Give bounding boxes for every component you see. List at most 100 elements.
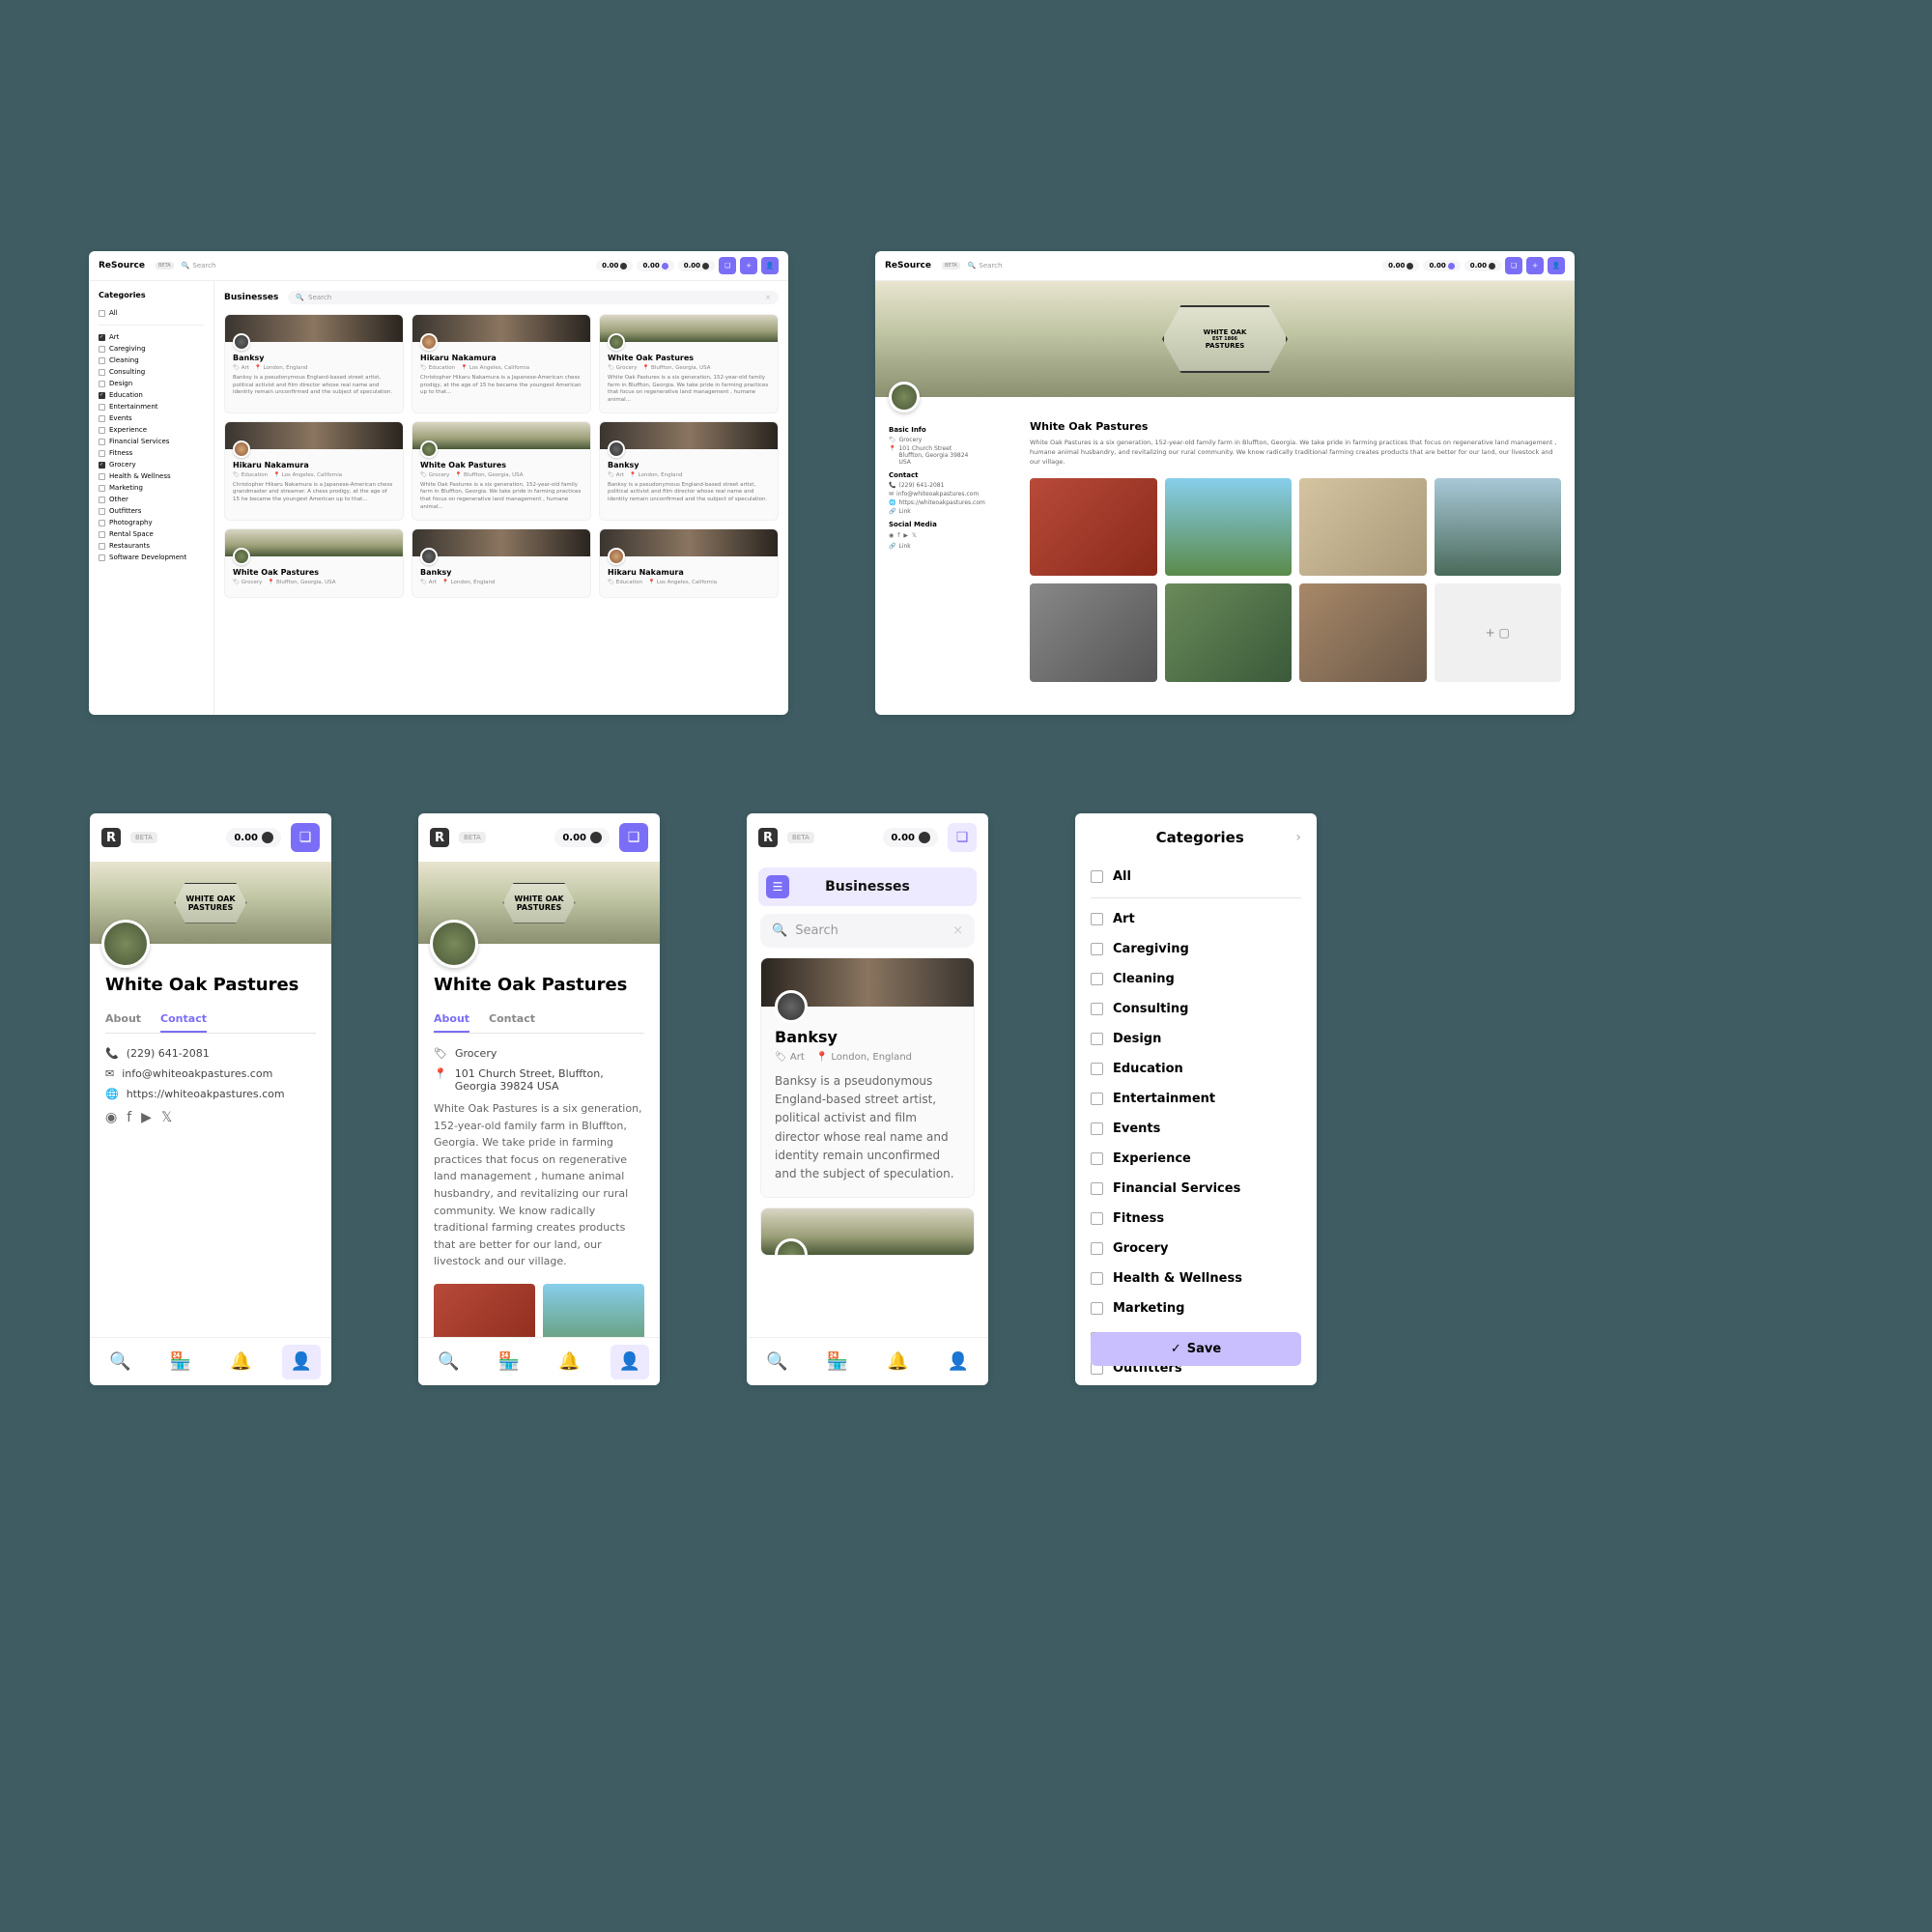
wallet-button[interactable]: ❏ xyxy=(948,823,977,852)
wallet-button[interactable]: ❏ xyxy=(619,823,648,852)
clear-icon[interactable]: × xyxy=(952,923,963,938)
nav-search[interactable]: 🔍 xyxy=(757,1345,796,1379)
instagram-icon[interactable]: ◉ xyxy=(105,1110,117,1125)
tab-about[interactable]: About xyxy=(434,1007,469,1033)
link-2[interactable]: 🔗 Link xyxy=(889,543,1014,550)
checkbox[interactable] xyxy=(1091,870,1103,883)
business-card[interactable]: Banksy🏷 Art📍 London, EnglandBanksy is a … xyxy=(599,421,779,521)
category-item[interactable]: Grocery xyxy=(99,459,204,470)
category-item[interactable]: Financial Services xyxy=(1091,1174,1301,1204)
category-item[interactable]: Education xyxy=(1091,1054,1301,1084)
business-card[interactable]: Banksy🏷 Art📍 London, EnglandBanksy is a … xyxy=(224,314,404,413)
balance-2[interactable]: 0.00 xyxy=(637,260,673,271)
category-item[interactable]: Design xyxy=(99,378,204,389)
checkbox[interactable] xyxy=(1091,913,1103,925)
business-card[interactable]: Hikaru Nakamura🏷 Education📍 Los Angeles,… xyxy=(599,528,779,598)
business-card[interactable]: Banksy 🏷 Art 📍 London, England Banksy is… xyxy=(760,957,975,1198)
nav-search[interactable]: 🔍 xyxy=(100,1345,139,1379)
category-item[interactable]: Experience xyxy=(1091,1144,1301,1174)
balance-3[interactable]: 0.00 xyxy=(678,260,715,271)
balance-1[interactable]: 0.00 xyxy=(596,260,633,271)
category-item[interactable]: Education xyxy=(99,389,204,401)
category-item[interactable]: Events xyxy=(99,412,204,424)
category-item[interactable]: Restaurants xyxy=(99,540,204,552)
checkbox[interactable] xyxy=(1091,1152,1103,1165)
category-all[interactable]: All xyxy=(1091,862,1301,892)
facebook-icon[interactable]: f xyxy=(897,532,899,539)
search-input[interactable]: 🔍 Search × xyxy=(760,914,975,948)
email[interactable]: ✉ info@whiteoakpastures.com xyxy=(889,491,1014,497)
filter-button[interactable]: ☰ xyxy=(766,875,789,898)
gallery-image[interactable] xyxy=(1165,583,1293,681)
checkbox[interactable] xyxy=(1091,1063,1103,1075)
category-item[interactable]: Consulting xyxy=(99,366,204,378)
category-item[interactable]: Financial Services xyxy=(99,436,204,447)
category-item[interactable]: Fitness xyxy=(99,447,204,459)
phone-row[interactable]: 📞(229) 641-2081 xyxy=(105,1047,316,1060)
twitter-icon[interactable]: 𝕏 xyxy=(912,532,917,539)
link[interactable]: 🔗 Link xyxy=(889,508,1014,515)
balance-1[interactable]: 0.00 xyxy=(1382,260,1419,271)
facebook-icon[interactable]: f xyxy=(127,1110,131,1125)
twitter-icon[interactable]: 𝕏 xyxy=(161,1110,172,1125)
balance[interactable]: 0.00 xyxy=(226,828,281,847)
category-all[interactable]: All xyxy=(99,307,204,319)
brand-logo[interactable]: R xyxy=(101,828,121,847)
category-item[interactable]: Photography xyxy=(1091,1383,1301,1385)
profile-button[interactable]: 👤 xyxy=(761,257,779,274)
category-item[interactable]: Entertainment xyxy=(1091,1084,1301,1114)
checkbox[interactable] xyxy=(1091,1093,1103,1105)
checkbox[interactable] xyxy=(1091,1242,1103,1255)
nav-marketplace[interactable]: 🏪 xyxy=(490,1345,528,1379)
nav-notifications[interactable]: 🔔 xyxy=(878,1345,917,1379)
wallet-button[interactable]: ❏ xyxy=(291,823,320,852)
checkbox[interactable] xyxy=(1091,943,1103,955)
business-card[interactable]: White Oak Pastures🏷 Grocery📍 Bluffton, G… xyxy=(224,528,404,598)
category-item[interactable]: Health & Wellness xyxy=(1091,1264,1301,1293)
category-item[interactable]: Rental Space xyxy=(99,528,204,540)
checkbox[interactable] xyxy=(1091,1272,1103,1285)
nav-notifications[interactable]: 🔔 xyxy=(550,1345,588,1379)
gallery-image[interactable] xyxy=(1435,478,1562,576)
category-item[interactable]: Software Development xyxy=(99,552,204,563)
category-item[interactable]: Health & Wellness xyxy=(99,470,204,482)
category-item[interactable]: Photography xyxy=(99,517,204,528)
wallet-button[interactable]: ❏ xyxy=(719,257,736,274)
checkbox[interactable] xyxy=(1091,973,1103,985)
website-row[interactable]: 🌐https://whiteoakpastures.com xyxy=(105,1088,316,1100)
instagram-icon[interactable]: ◉ xyxy=(889,532,894,539)
gallery-image[interactable] xyxy=(1030,478,1157,576)
header-search[interactable]: 🔍 Search xyxy=(182,262,216,270)
listing-search[interactable]: 🔍 Search× xyxy=(288,291,779,304)
balance-3[interactable]: 0.00 xyxy=(1464,260,1501,271)
email-row[interactable]: ✉info@whiteoakpastures.com xyxy=(105,1067,316,1080)
youtube-icon[interactable]: ▶ xyxy=(903,532,908,539)
checkbox[interactable] xyxy=(1091,1212,1103,1225)
business-card[interactable]: Hikaru Nakamura🏷 Education📍 Los Angeles,… xyxy=(412,314,591,413)
category-item[interactable]: Cleaning xyxy=(99,355,204,366)
category-item[interactable]: Caregiving xyxy=(1091,934,1301,964)
checkbox[interactable] xyxy=(1091,1003,1103,1015)
nav-profile[interactable]: 👤 xyxy=(282,1345,321,1379)
category-item[interactable]: Experience xyxy=(99,424,204,436)
balance-2[interactable]: 0.00 xyxy=(1423,260,1460,271)
gallery-image[interactable] xyxy=(1165,478,1293,576)
checkbox[interactable] xyxy=(1091,1122,1103,1135)
nav-marketplace[interactable]: 🏪 xyxy=(161,1345,200,1379)
nav-marketplace[interactable]: 🏪 xyxy=(818,1345,857,1379)
business-card[interactable]: Banksy🏷 Art📍 London, England xyxy=(412,528,591,598)
website[interactable]: 🌐 https://whiteoakpastures.com xyxy=(889,499,1014,506)
save-button[interactable]: ✓Save xyxy=(1091,1332,1301,1366)
add-button[interactable]: + xyxy=(740,257,757,274)
add-button[interactable]: + xyxy=(1526,257,1544,274)
profile-button[interactable]: 👤 xyxy=(1548,257,1565,274)
category-item[interactable]: Marketing xyxy=(99,482,204,494)
category-item[interactable]: Caregiving xyxy=(99,343,204,355)
category-item[interactable]: Consulting xyxy=(1091,994,1301,1024)
category-item[interactable]: Marketing xyxy=(1091,1293,1301,1323)
tab-contact[interactable]: Contact xyxy=(160,1007,207,1033)
clear-icon[interactable]: × xyxy=(765,294,771,301)
checkbox[interactable] xyxy=(1091,1182,1103,1195)
business-card[interactable]: Hikaru Nakamura🏷 Education📍 Los Angeles,… xyxy=(224,421,404,521)
category-item[interactable]: Outfitters xyxy=(99,505,204,517)
